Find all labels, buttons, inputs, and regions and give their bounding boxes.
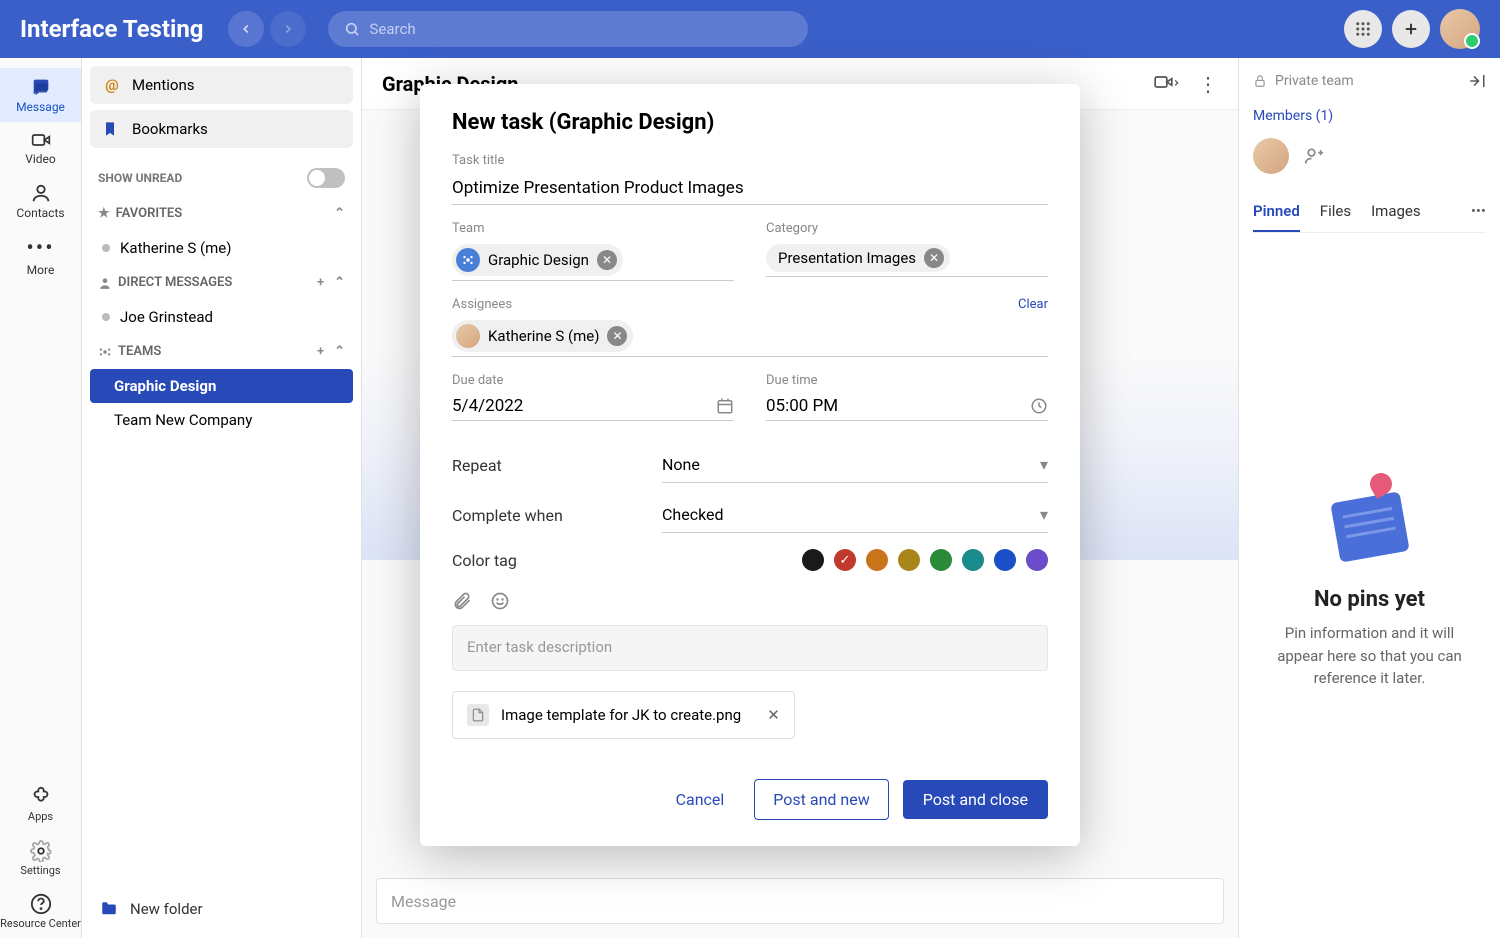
color-swatch[interactable] bbox=[930, 549, 952, 571]
category-chip[interactable]: Presentation Images ✕ bbox=[766, 244, 950, 272]
remove-team-chip[interactable]: ✕ bbox=[597, 250, 617, 270]
color-swatch[interactable] bbox=[834, 549, 856, 571]
post-and-close-button[interactable]: Post and close bbox=[903, 780, 1048, 819]
color-swatch[interactable] bbox=[962, 549, 984, 571]
modal-title: New task (Graphic Design) bbox=[452, 110, 1048, 135]
calendar-icon[interactable] bbox=[716, 397, 734, 415]
repeat-select[interactable]: None ▾ bbox=[662, 447, 1048, 483]
remove-assignee-chip[interactable]: ✕ bbox=[607, 326, 627, 346]
task-title-input[interactable] bbox=[452, 172, 1048, 205]
task-title-label: Task title bbox=[452, 153, 1048, 168]
attachment-chip: Image template for JK to create.png ✕ bbox=[452, 691, 795, 739]
color-swatch[interactable] bbox=[1026, 549, 1048, 571]
color-swatch[interactable] bbox=[866, 549, 888, 571]
assignees-label: Assignees bbox=[452, 297, 512, 312]
assignee-chip[interactable]: Katherine S (me) ✕ bbox=[452, 320, 633, 352]
due-date-value[interactable]: 5/4/2022 bbox=[452, 396, 523, 416]
color-swatches bbox=[802, 549, 1048, 571]
color-tag-label: Color tag bbox=[452, 551, 517, 570]
color-swatch[interactable] bbox=[802, 549, 824, 571]
emoji-button[interactable] bbox=[490, 591, 510, 611]
chevron-down-icon: ▾ bbox=[1040, 455, 1048, 474]
post-and-new-button[interactable]: Post and new bbox=[754, 779, 888, 820]
task-description-input[interactable]: Enter task description bbox=[452, 625, 1048, 671]
file-icon bbox=[467, 704, 489, 726]
due-date-label: Due date bbox=[452, 373, 734, 388]
due-time-label: Due time bbox=[766, 373, 1048, 388]
complete-when-select[interactable]: Checked ▾ bbox=[662, 497, 1048, 533]
assignee-avatar bbox=[456, 324, 480, 348]
category-label: Category bbox=[766, 221, 1048, 236]
chevron-down-icon: ▾ bbox=[1040, 505, 1048, 524]
color-swatch[interactable] bbox=[994, 549, 1016, 571]
team-chip[interactable]: Graphic Design ✕ bbox=[452, 244, 623, 276]
cancel-button[interactable]: Cancel bbox=[660, 780, 741, 819]
due-time-value[interactable]: 05:00 PM bbox=[766, 396, 838, 416]
attachment-name: Image template for JK to create.png bbox=[501, 706, 741, 724]
color-swatch[interactable] bbox=[898, 549, 920, 571]
clear-assignees-button[interactable]: Clear bbox=[1018, 297, 1048, 312]
repeat-label: Repeat bbox=[452, 456, 662, 475]
team-chip-icon bbox=[456, 248, 480, 272]
modal-overlay: New task (Graphic Design) Task title Tea… bbox=[0, 0, 1500, 938]
clock-icon[interactable] bbox=[1030, 397, 1048, 415]
team-label: Team bbox=[452, 221, 734, 236]
attach-file-button[interactable] bbox=[452, 591, 472, 611]
remove-attachment-button[interactable]: ✕ bbox=[767, 706, 780, 724]
new-task-modal: New task (Graphic Design) Task title Tea… bbox=[420, 84, 1080, 846]
complete-when-label: Complete when bbox=[452, 506, 662, 525]
remove-category-chip[interactable]: ✕ bbox=[924, 248, 944, 268]
